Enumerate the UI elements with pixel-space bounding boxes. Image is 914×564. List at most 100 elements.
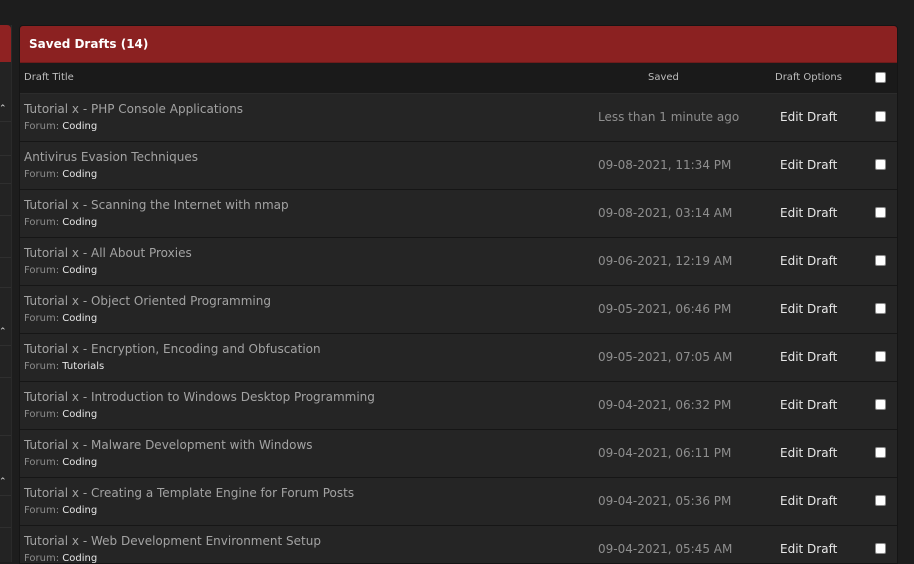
row-checkbox[interactable] (875, 255, 886, 266)
edit-draft-link[interactable]: Edit Draft (780, 494, 837, 508)
forum-link[interactable]: Coding (62, 409, 97, 420)
forum-prefix: Forum: (24, 361, 60, 372)
drafts-list: Tutorial x - PHP Console Applications For… (20, 94, 897, 564)
edit-draft-link[interactable]: Edit Draft (780, 350, 837, 364)
saved-timestamp: 09-08-2021, 03:14 AM (598, 206, 733, 220)
divider (0, 495, 11, 496)
left-sidebar-header (0, 25, 11, 62)
forum-link[interactable]: Coding (62, 217, 97, 228)
forum-link[interactable]: Coding (62, 553, 97, 563)
forum-link[interactable]: Coding (62, 169, 97, 180)
forum-prefix: Forum: (24, 553, 60, 564)
saved-timestamp: 09-05-2021, 07:05 AM (598, 350, 733, 364)
row-checkbox[interactable] (875, 159, 886, 170)
edit-draft-link[interactable]: Edit Draft (780, 254, 837, 268)
forum-label: Forum: Coding (24, 217, 97, 228)
forum-prefix: Forum: (24, 505, 60, 516)
table-row: Tutorial x - Malware Development with Wi… (20, 430, 897, 478)
saved-timestamp: 09-04-2021, 05:45 AM (598, 542, 733, 556)
draft-title-link[interactable]: Tutorial x - Scanning the Internet with … (24, 198, 289, 212)
forum-prefix: Forum: (24, 169, 60, 180)
saved-drafts-panel: Saved Drafts (14) Draft Title Saved Draf… (19, 25, 898, 564)
divider (0, 257, 11, 258)
draft-title-link[interactable]: Tutorial x - All About Proxies (24, 246, 192, 260)
row-checkbox[interactable] (875, 351, 886, 362)
chevron-up-icon[interactable]: ⌃ (0, 328, 9, 337)
saved-timestamp: 09-08-2021, 11:34 PM (598, 158, 732, 172)
edit-draft-link[interactable]: Edit Draft (780, 158, 837, 172)
forum-link[interactable]: Coding (62, 265, 97, 276)
forum-link[interactable]: Coding (62, 505, 97, 516)
divider (0, 287, 11, 288)
row-checkbox[interactable] (875, 543, 886, 554)
draft-title-link[interactable]: Tutorial x - Object Oriented Programming (24, 294, 271, 308)
table-row: Tutorial x - PHP Console Applications For… (20, 94, 897, 142)
edit-draft-link[interactable]: Edit Draft (780, 446, 837, 460)
column-header-saved: Saved (648, 72, 679, 83)
divider (0, 345, 11, 346)
divider (0, 155, 11, 156)
saved-timestamp: 09-04-2021, 06:11 PM (598, 446, 732, 460)
forum-link[interactable]: Coding (62, 121, 97, 132)
row-checkbox[interactable] (875, 399, 886, 410)
select-all-checkbox[interactable] (875, 72, 886, 83)
edit-draft-link[interactable]: Edit Draft (780, 302, 837, 316)
divider (0, 215, 11, 216)
row-checkbox[interactable] (875, 303, 886, 314)
row-checkbox[interactable] (875, 447, 886, 458)
panel-title: Saved Drafts (14) (20, 26, 897, 63)
draft-title-link[interactable]: Tutorial x - Introduction to Windows Des… (24, 390, 375, 404)
column-header-draft-title: Draft Title (24, 72, 74, 83)
row-checkbox[interactable] (875, 495, 886, 506)
chevron-up-icon[interactable]: ⌃ (0, 105, 9, 114)
saved-timestamp: 09-06-2021, 12:19 AM (598, 254, 733, 268)
forum-prefix: Forum: (24, 409, 60, 420)
table-row: Tutorial x - Encryption, Encoding and Ob… (20, 334, 897, 382)
saved-timestamp: 09-05-2021, 06:46 PM (598, 302, 732, 316)
forum-prefix: Forum: (24, 121, 60, 132)
table-header: Draft Title Saved Draft Options (20, 63, 897, 94)
edit-draft-link[interactable]: Edit Draft (780, 398, 837, 412)
row-checkbox[interactable] (875, 207, 886, 218)
table-row: Tutorial x - Scanning the Internet with … (20, 190, 897, 238)
forum-prefix: Forum: (24, 313, 60, 324)
draft-title-link[interactable]: Tutorial x - PHP Console Applications (24, 102, 243, 116)
divider (0, 121, 11, 122)
table-row: Antivirus Evasion Techniques Forum: Codin… (20, 142, 897, 190)
draft-title-link[interactable]: Tutorial x - Creating a Template Engine … (24, 486, 354, 500)
edit-draft-link[interactable]: Edit Draft (780, 542, 837, 556)
table-row: Tutorial x - Creating a Template Engine … (20, 478, 897, 526)
draft-title-link[interactable]: Tutorial x - Malware Development with Wi… (24, 438, 313, 452)
forum-label: Forum: Tutorials (24, 361, 104, 372)
saved-timestamp: 09-04-2021, 06:32 PM (598, 398, 732, 412)
draft-title-link[interactable]: Tutorial x - Encryption, Encoding and Ob… (24, 342, 321, 356)
forum-label: Forum: Coding (24, 313, 97, 324)
forum-link[interactable]: Coding (62, 457, 97, 468)
forum-label: Forum: Coding (24, 409, 97, 420)
draft-title-link[interactable]: Tutorial x - Web Development Environment… (24, 534, 321, 548)
table-row: Tutorial x - Web Development Environment… (20, 526, 897, 564)
saved-timestamp: Less than 1 minute ago (598, 110, 740, 124)
forum-link[interactable]: Coding (62, 313, 97, 324)
table-row: Tutorial x - Introduction to Windows Des… (20, 382, 897, 430)
forum-label: Forum: Coding (24, 121, 97, 132)
divider (0, 435, 11, 436)
forum-prefix: Forum: (24, 265, 60, 276)
column-header-draft-options: Draft Options (775, 72, 842, 83)
edit-draft-link[interactable]: Edit Draft (780, 206, 837, 220)
forum-label: Forum: Coding (24, 457, 97, 468)
forum-label: Forum: Coding (24, 169, 97, 180)
divider (0, 183, 11, 184)
draft-title-link[interactable]: Antivirus Evasion Techniques (24, 150, 198, 164)
divider (0, 377, 11, 378)
chevron-up-icon[interactable]: ⌃ (0, 478, 9, 487)
forum-label: Forum: Coding (24, 553, 97, 564)
edit-draft-link[interactable]: Edit Draft (780, 110, 837, 124)
row-checkbox[interactable] (875, 111, 886, 122)
forum-link[interactable]: Tutorials (62, 361, 104, 372)
forum-prefix: Forum: (24, 457, 60, 468)
forum-label: Forum: Coding (24, 265, 97, 276)
divider (0, 527, 11, 528)
table-row: Tutorial x - Object Oriented Programming… (20, 286, 897, 334)
table-row: Tutorial x - All About Proxies Forum: Cod… (20, 238, 897, 286)
